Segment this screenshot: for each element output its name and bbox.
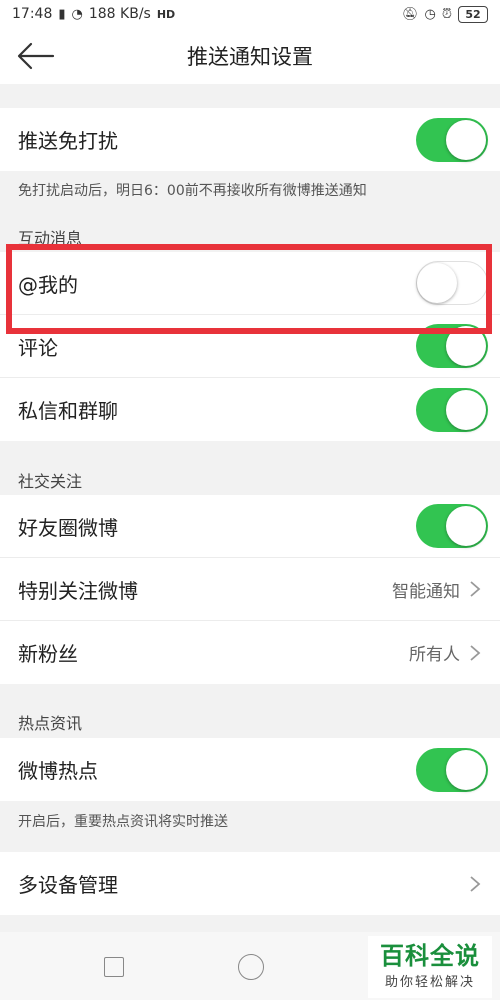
hot-hint: 开启后，重要热点资讯将实时推送 (18, 814, 228, 830)
toggle-knob (446, 389, 486, 430)
chevron-right-icon (470, 644, 481, 661)
comments-label: 评论 (18, 335, 58, 360)
page-title: 推送通知设置 (187, 45, 313, 69)
friends-feed-label: 好友圈微博 (18, 515, 118, 540)
watermark-logo: 百科全说 助你轻松解决 (368, 936, 492, 998)
back-button[interactable] (16, 38, 56, 74)
messages-toggle[interactable] (416, 387, 488, 432)
bell-off-icon: 🔕︎ (402, 6, 419, 22)
friends-feed-toggle[interactable] (416, 504, 488, 548)
list-item-devices[interactable]: 多设备管理 (0, 852, 500, 915)
dnd-hint: 免打扰启动后，明日6：00前不再接收所有微博推送通知 (18, 183, 367, 199)
chevron-right-icon (470, 581, 481, 597)
status-bar: 17:48 ▮ ◔ 188 KB/s HD 🔕︎ ◷ ⏰︎ 52 (0, 0, 500, 28)
comments-toggle[interactable] (416, 324, 488, 368)
recent-apps-button[interactable] (104, 957, 124, 977)
social-section: 好友圈微博 特别关注微博 智能通知 新粉丝 所有人 (0, 495, 500, 684)
list-item-messages: 私信和群聊 (0, 378, 500, 441)
list-item-weibo-hot: 微博热点 (0, 738, 500, 801)
toggle-knob (417, 263, 457, 303)
interaction-group-title: 互动消息 (18, 229, 83, 248)
battery-icon: 52 (458, 5, 488, 23)
dnd-row: 推送免打扰 (0, 108, 500, 171)
weibo-hot-label: 微博热点 (18, 759, 98, 783)
alarm-icon: ⏰︎ (441, 6, 452, 22)
hot-section: 微博热点 (0, 738, 500, 801)
status-time: 17:48 (12, 6, 53, 22)
list-item-mentions: @我的 (0, 252, 500, 315)
mentions-toggle[interactable] (416, 261, 488, 305)
hot-group-title: 热点资讯 (18, 714, 83, 733)
toggle-knob (446, 326, 486, 366)
list-item-comments: 评论 (0, 315, 500, 378)
dnd-toggle[interactable] (416, 117, 488, 162)
toggle-knob (446, 506, 486, 546)
devices-section: 多设备管理 (0, 852, 500, 915)
mentions-label: @我的 (18, 272, 78, 297)
network-speed: 188 KB/s (88, 6, 151, 22)
watermark-sub: 助你轻松解决 (384, 975, 475, 990)
special-follow-value: 智能通知 (392, 581, 460, 602)
chevron-right-icon (470, 875, 481, 892)
social-group-title: 社交关注 (18, 472, 83, 491)
wifi-icon: ◔ (71, 6, 83, 22)
interaction-section: @我的 评论 私信和群聊 (0, 252, 500, 441)
list-item-special-follow[interactable]: 特别关注微博 智能通知 (0, 558, 500, 621)
list-item-friends-feed: 好友圈微博 (0, 495, 500, 558)
messages-label: 私信和群聊 (18, 399, 118, 423)
header: 推送通知设置 (0, 28, 500, 84)
signal-icon: ▮ (58, 6, 66, 22)
home-button[interactable] (238, 954, 264, 980)
dnd-section: 推送免打扰 (0, 108, 500, 171)
new-fans-value: 所有人 (409, 645, 460, 665)
list-item-new-fans[interactable]: 新粉丝 所有人 (0, 621, 500, 684)
toggle-knob (446, 749, 486, 790)
new-fans-label: 新粉丝 (18, 642, 78, 666)
devices-label: 多设备管理 (18, 873, 118, 897)
watermark-main: 百科全说 (380, 942, 480, 970)
clock-icon: ◷ (424, 6, 436, 22)
hd-icon: HD (156, 7, 176, 21)
weibo-hot-toggle[interactable] (416, 747, 488, 792)
toggle-knob (446, 119, 486, 160)
back-arrow-icon (17, 42, 55, 70)
dnd-label: 推送免打扰 (18, 129, 118, 153)
special-follow-label: 特别关注微博 (18, 578, 138, 603)
